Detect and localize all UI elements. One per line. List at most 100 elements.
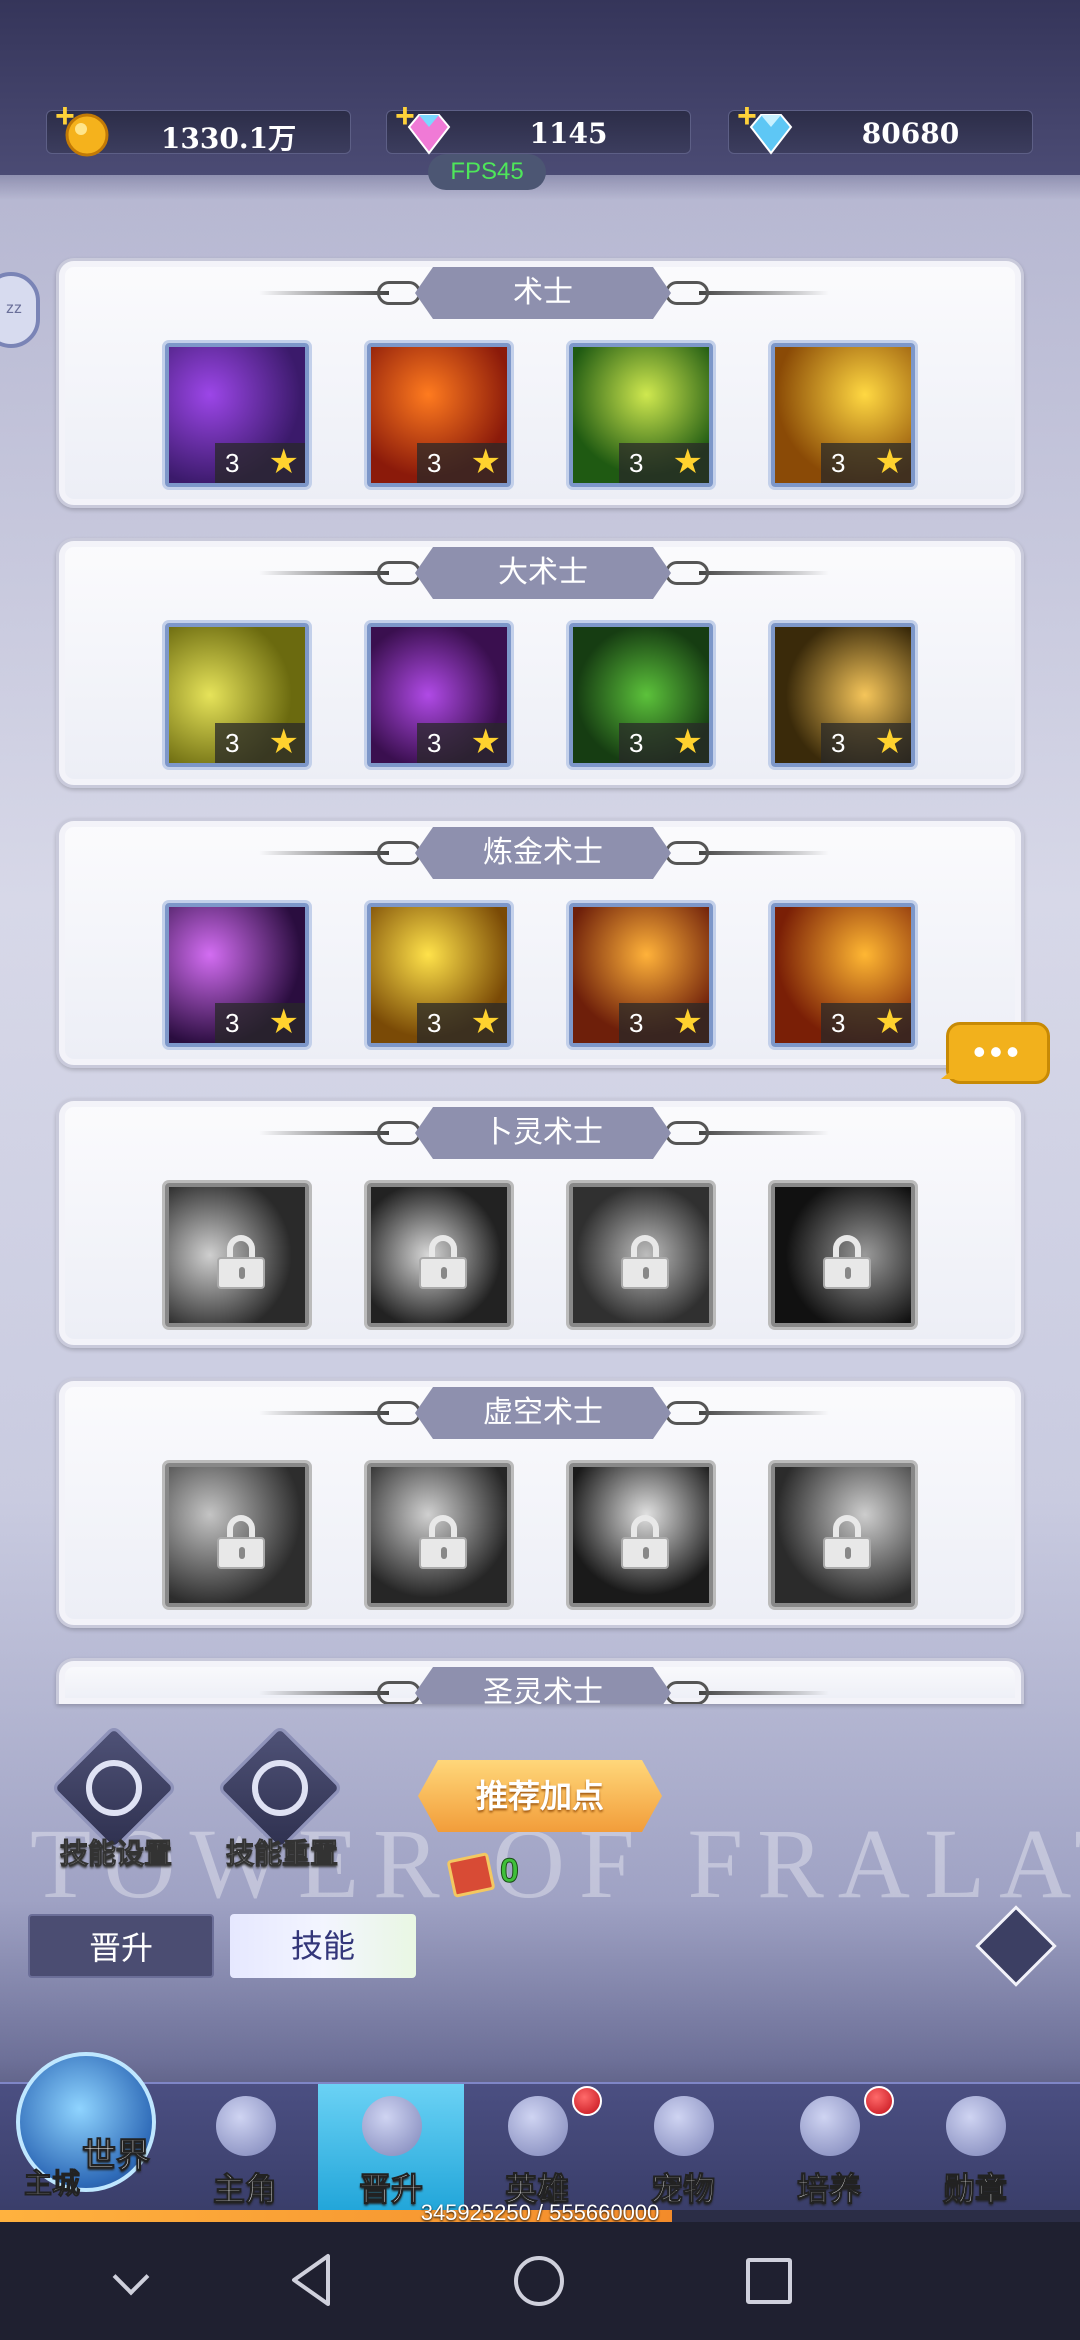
golden-feathers-skill-icon[interactable]: 3 ★ [367,903,511,1047]
lock-icon [419,1515,467,1569]
fps-counter: FPS45 [428,154,546,190]
recommend-points-button[interactable]: 推荐加点 [418,1760,662,1832]
fire-burst-skill-icon[interactable]: 3 ★ [367,343,511,487]
title-decoration [699,1691,829,1695]
knot-decoration [665,281,709,305]
void-vortex-skill-icon[interactable] [367,1463,511,1607]
gold-resource[interactable]: + 1330.1万 [46,97,351,157]
nav-icon [362,2096,422,2156]
title-decoration [699,1131,829,1135]
world-label: 世界 [82,2137,151,2176]
recents-icon[interactable] [746,2258,792,2304]
void-slash-skill-icon[interactable] [569,1463,713,1607]
world-button[interactable]: 世界 主城 [0,2040,170,2210]
class-panel: 术士 3 ★ 3 ★ 3 ★ 3 ★ [56,258,1024,508]
lock-icon [621,1515,669,1569]
blue-diamond-value: 80680 [861,117,960,150]
class-panel: 炼金术士 3 ★ 3 ★ 3 ★ 3 ★ [56,818,1024,1068]
pink-diamond-icon [407,114,451,155]
nav-item-5[interactable]: 培养 [756,2084,902,2212]
notification-badge [572,2086,602,2116]
lock-icon [419,1235,467,1289]
nav-icon [654,2096,714,2156]
back-icon[interactable] [288,2252,334,2308]
star-icon: ★ [672,723,703,761]
lock-body [823,1537,871,1569]
star-icon: ★ [672,1003,703,1041]
angel-wings-skill-icon[interactable]: 3 ★ [771,623,915,767]
system-nav-bar [0,2222,1080,2340]
star-icon: ★ [470,443,501,481]
knot-decoration [377,841,421,865]
class-panel: 卜灵术士 [56,1098,1024,1348]
knot-decoration [377,1401,421,1425]
class-title: 卜灵术士 [415,1107,671,1159]
chevron-down-icon[interactable] [112,2258,150,2296]
lock-body [419,1257,467,1289]
alchemy-burst-skill-icon[interactable]: 3 ★ [569,903,713,1047]
lock-body [621,1537,669,1569]
star-icon: ★ [874,1003,905,1041]
knot-decoration [665,841,709,865]
title-decoration [259,1691,389,1695]
skill-settings-button[interactable]: 技能设置 [46,1724,186,1882]
knot-decoration [377,281,421,305]
purple-orb-skill-icon[interactable]: 3 ★ [165,343,309,487]
crack-burst-skill-icon[interactable] [569,1183,713,1327]
dark-wing-skill-icon[interactable] [771,1183,915,1327]
side-sleep-button[interactable]: zz [0,272,40,348]
class-panel: 圣灵术士 [56,1658,1024,1704]
notification-badge [864,2086,894,2116]
star-icon: ★ [672,443,703,481]
lock-icon [621,1235,669,1289]
skill-reset-button[interactable]: 技能重置 [212,1724,352,1882]
green-imp-skill-icon[interactable]: 3 ★ [569,623,713,767]
skill-reset-label: 技能重置 [225,1838,338,1870]
star-icon: ★ [268,1003,299,1041]
home-icon[interactable] [514,2256,564,2306]
gold-coin-icon [65,113,109,157]
title-decoration [259,1411,389,1415]
star-icon: ★ [268,443,299,481]
lock-icon [217,1235,265,1289]
nav-icon [508,2096,568,2156]
skill-settings-label: 技能设置 [59,1838,172,1870]
knot-decoration [377,1121,421,1145]
shadow-figure-skill-icon[interactable]: 3 ★ [367,623,511,767]
nav-item-2[interactable]: 晋升 [318,2084,464,2212]
nav-item-3[interactable]: 英雄 [464,2084,610,2212]
blue-diamond-resource[interactable]: + 80680 [728,97,1033,155]
tab-promote[interactable]: 晋升 [28,1914,214,1978]
golden-shield-skill-icon[interactable]: 3 ★ [771,343,915,487]
star-icon: ★ [470,723,501,761]
flame-shield-skill-icon[interactable]: 3 ★ [771,903,915,1047]
pink-diamond-resource[interactable]: + 1145 [386,97,691,155]
yellow-vortex-skill-icon[interactable]: 3 ★ [165,623,309,767]
chat-bubble-button[interactable]: ••• [941,1022,1050,1084]
lock-icon [823,1515,871,1569]
lock-body [419,1537,467,1569]
galaxy-skill-icon[interactable] [771,1463,915,1607]
main-city-label: 主城 [23,2168,81,2200]
star-icon: ★ [268,723,299,761]
summon-circle-skill-icon[interactable] [165,1183,309,1327]
nav-item-1[interactable]: 主角 [172,2084,318,2212]
title-decoration [259,291,389,295]
lock-body [217,1537,265,1569]
swirl-skill-icon[interactable] [367,1183,511,1327]
knot-decoration [377,1681,421,1704]
title-decoration [699,1411,829,1415]
green-light-skill-icon[interactable]: 3 ★ [569,343,713,487]
void-rune-skill-icon[interactable] [165,1463,309,1607]
class-title: 炼金术士 [415,827,671,879]
class-title: 虚空术士 [415,1387,671,1439]
title-decoration [259,851,389,855]
tab-skills[interactable]: 技能 [230,1914,416,1978]
knot-decoration [665,1121,709,1145]
purple-slash-skill-icon[interactable]: 3 ★ [165,903,309,1047]
title-decoration [259,571,389,575]
nav-item-4[interactable]: 宠物 [610,2084,756,2212]
nav-item-6[interactable]: 勋章 [902,2084,1048,2212]
resource-bar: + 1330.1万 + 1145 + 80680 [0,0,1080,175]
title-decoration [699,571,829,575]
